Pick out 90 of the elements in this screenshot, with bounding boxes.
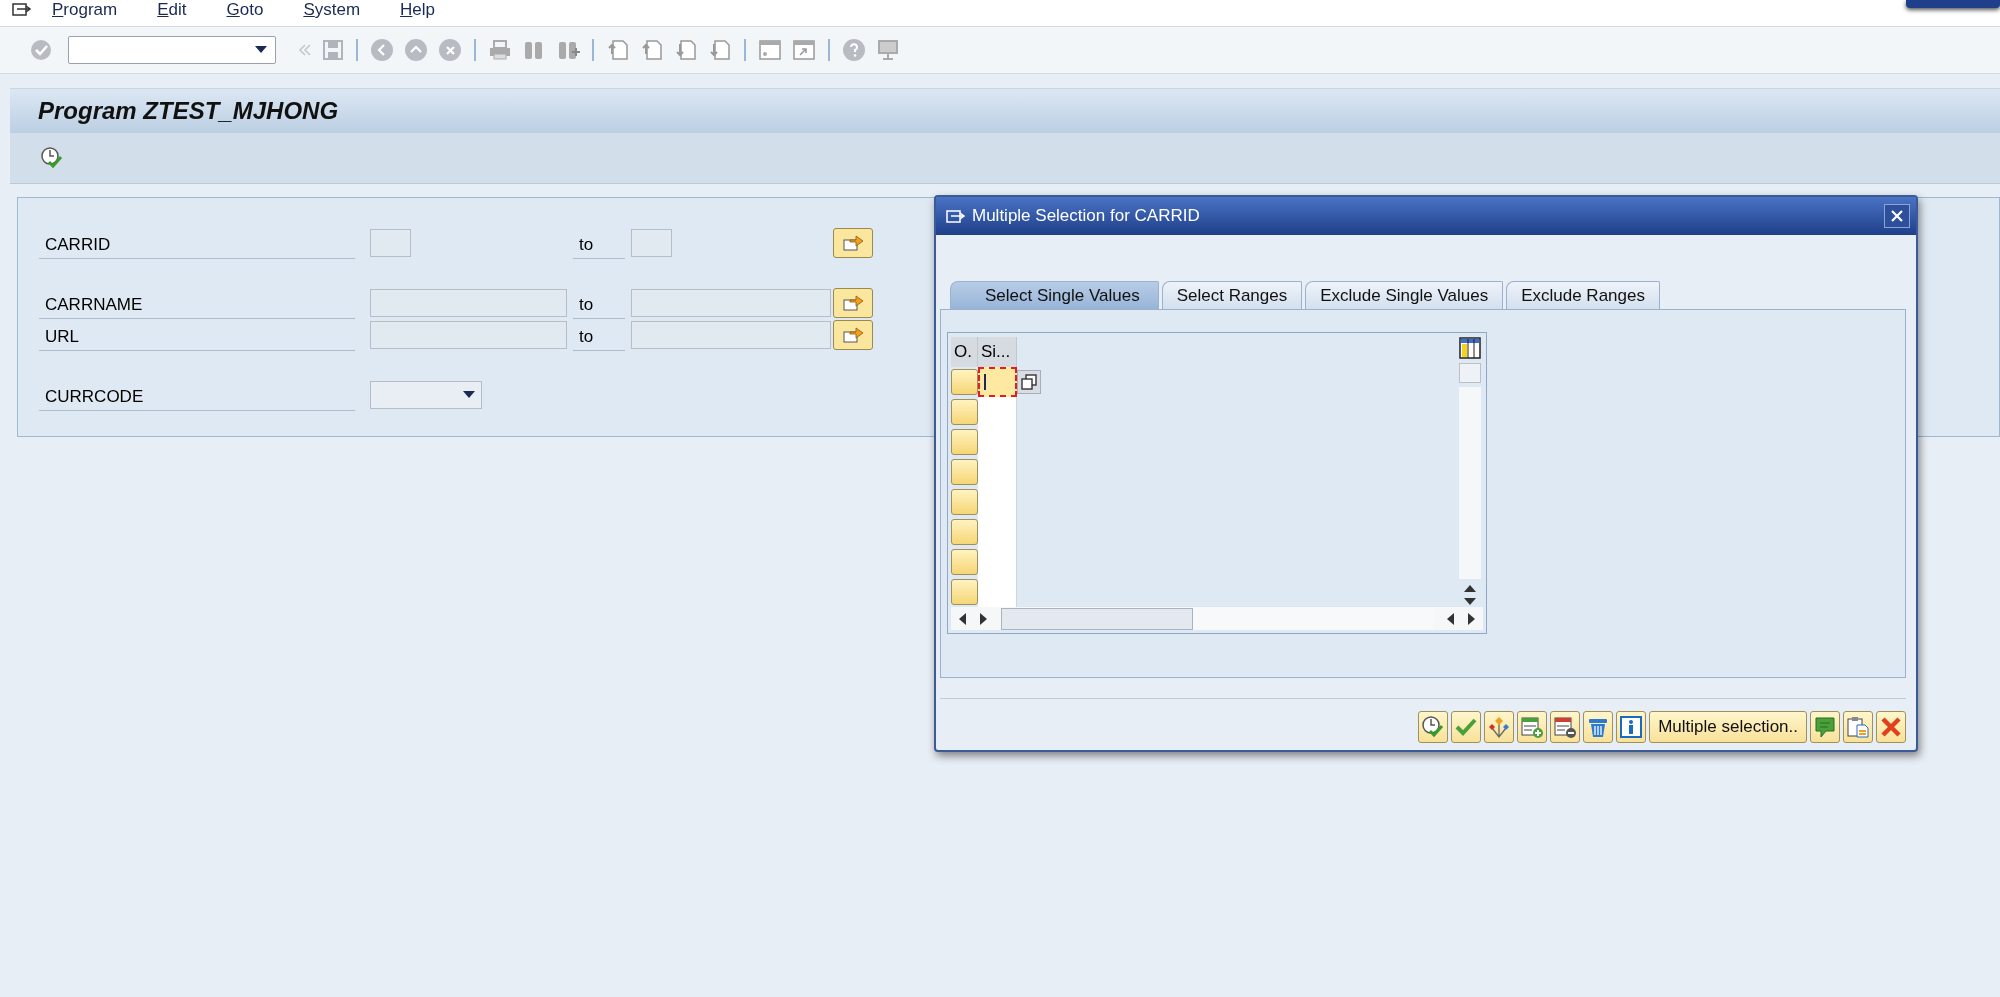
execute-icon[interactable] <box>40 146 64 170</box>
hierarchy-button[interactable] <box>1484 710 1515 743</box>
field-label: CARRID <box>39 227 355 259</box>
save-icon[interactable] <box>322 39 344 61</box>
menu-item[interactable]: Program <box>52 0 118 20</box>
multiple-selection-button[interactable] <box>833 320 873 350</box>
paste-button[interactable] <box>1843 710 1873 743</box>
paste-icon <box>1846 714 1870 739</box>
page-arrow-icon[interactable] <box>606 38 630 62</box>
screen-title: Program ZTEST_MJHONG <box>38 97 339 125</box>
menu-item[interactable]: System <box>303 0 361 20</box>
import-button[interactable] <box>1810 710 1840 743</box>
monitor-icon[interactable] <box>876 38 900 62</box>
menu-item[interactable]: Help <box>400 0 436 20</box>
scroll-left-icon[interactable] <box>1445 611 1455 626</box>
insert-row-icon <box>1520 714 1545 739</box>
input-field[interactable] <box>631 289 831 317</box>
window-icon[interactable] <box>758 39 782 61</box>
scroll-left-icon[interactable] <box>957 611 967 626</box>
page-arrow-icon[interactable] <box>674 38 698 62</box>
check-icon[interactable] <box>30 39 52 61</box>
insert-row-button[interactable] <box>1517 710 1548 743</box>
page-arrow-icon[interactable] <box>708 38 732 62</box>
row-selector[interactable] <box>951 429 978 455</box>
double-left-arrow-icon[interactable] <box>298 43 312 57</box>
page-arrow-icon[interactable] <box>640 38 664 62</box>
delete-row-button[interactable] <box>1550 710 1581 743</box>
close-button[interactable] <box>1884 204 1910 228</box>
menu-item[interactable]: Edit <box>157 0 187 20</box>
column-header[interactable]: O. <box>951 337 978 367</box>
column-header[interactable]: Si... <box>978 337 1017 367</box>
dropdown-arrow-icon[interactable] <box>255 46 267 54</box>
command-field[interactable] <box>68 36 276 64</box>
scroll-right-icon[interactable] <box>1467 611 1477 626</box>
tab[interactable]: Exclude Ranges <box>1506 281 1660 309</box>
field-label: CARRNAME <box>39 287 355 319</box>
input-field[interactable] <box>370 289 567 317</box>
hierarchy-icon <box>1487 714 1512 739</box>
help-icon[interactable] <box>842 38 866 62</box>
execute-button[interactable] <box>1418 710 1449 743</box>
execute-icon <box>1421 714 1446 739</box>
delete-button[interactable] <box>1583 710 1614 743</box>
field-label: to <box>573 227 625 259</box>
scrollbar-thumb[interactable] <box>1459 363 1481 383</box>
scroll-up-icon[interactable] <box>1463 583 1477 593</box>
row-selector[interactable] <box>951 369 978 395</box>
close-icon <box>1891 210 1903 222</box>
window-menu-icon[interactable] <box>12 1 32 17</box>
field-label: to <box>573 287 625 319</box>
field-label: URL <box>39 319 355 351</box>
table-cell[interactable] <box>978 367 1017 397</box>
input-field[interactable] <box>370 321 567 349</box>
column-settings-icon[interactable] <box>1459 337 1481 359</box>
info-icon <box>1619 714 1644 739</box>
close-icon <box>1879 714 1903 739</box>
tab[interactable]: Exclude Single Values <box>1305 281 1504 309</box>
tab[interactable]: Select Single Values <box>950 281 1159 309</box>
multiple-selection-button[interactable] <box>833 228 873 258</box>
copy-icon[interactable] <box>1017 370 1041 394</box>
input-field[interactable] <box>370 229 411 257</box>
arrow-icon <box>842 326 864 344</box>
scroll-right-icon[interactable] <box>979 611 989 626</box>
row-selector[interactable] <box>951 549 978 575</box>
delete-row-icon <box>1553 714 1578 739</box>
print-icon[interactable] <box>488 39 512 61</box>
row-selector[interactable] <box>951 399 978 425</box>
row-selector[interactable] <box>951 519 978 545</box>
arrow-icon <box>842 234 864 252</box>
multiple-selection-button[interactable] <box>833 288 873 318</box>
input-field[interactable] <box>631 229 672 257</box>
window-menu-icon[interactable] <box>946 208 966 224</box>
confirm-button[interactable] <box>1451 710 1482 743</box>
tab[interactable]: Select Ranges <box>1161 281 1303 309</box>
field-label: to <box>573 319 625 351</box>
dropdown-field[interactable] <box>370 381 482 409</box>
text-button[interactable]: Multiple selection.. <box>1649 710 1807 743</box>
cancel-button[interactable] <box>1876 710 1906 743</box>
input-field[interactable] <box>631 321 831 349</box>
dropdown-arrow-icon[interactable] <box>463 391 475 399</box>
speech-bubble-icon <box>1813 714 1837 739</box>
menu-item[interactable]: Goto <box>226 0 264 20</box>
dialog-title: Multiple Selection for CARRID <box>972 206 1201 226</box>
row-selector[interactable] <box>951 489 978 515</box>
info-button[interactable] <box>1616 710 1647 743</box>
row-selector[interactable] <box>951 459 978 485</box>
window-icon[interactable] <box>792 39 816 61</box>
field-label: CURRCODE <box>39 379 355 411</box>
row-selector[interactable] <box>951 579 978 605</box>
arrow-icon <box>842 294 864 312</box>
scrollbar-thumb[interactable] <box>1001 607 1193 630</box>
